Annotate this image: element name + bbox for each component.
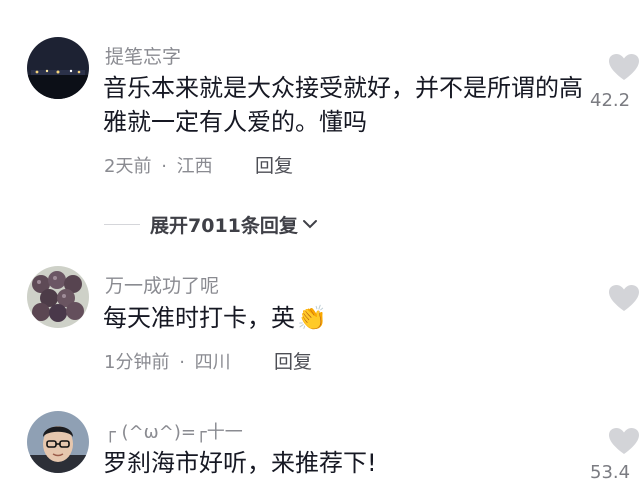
avatar[interactable] <box>27 411 89 473</box>
man-glasses-avatar-icon <box>27 411 89 473</box>
heart-icon <box>609 428 639 454</box>
comment-item: ┌ (^ω^)=┌十一 罗刹海市好听，来推荐下! 53.4 <box>0 0 640 492</box>
username[interactable]: ┌ (^ω^)=┌十一 <box>105 418 243 444</box>
comment-text: 罗刹海市好听，来推荐下! <box>103 449 377 477</box>
like-count: 53.4 <box>590 462 631 483</box>
like-button[interactable] <box>608 427 640 455</box>
